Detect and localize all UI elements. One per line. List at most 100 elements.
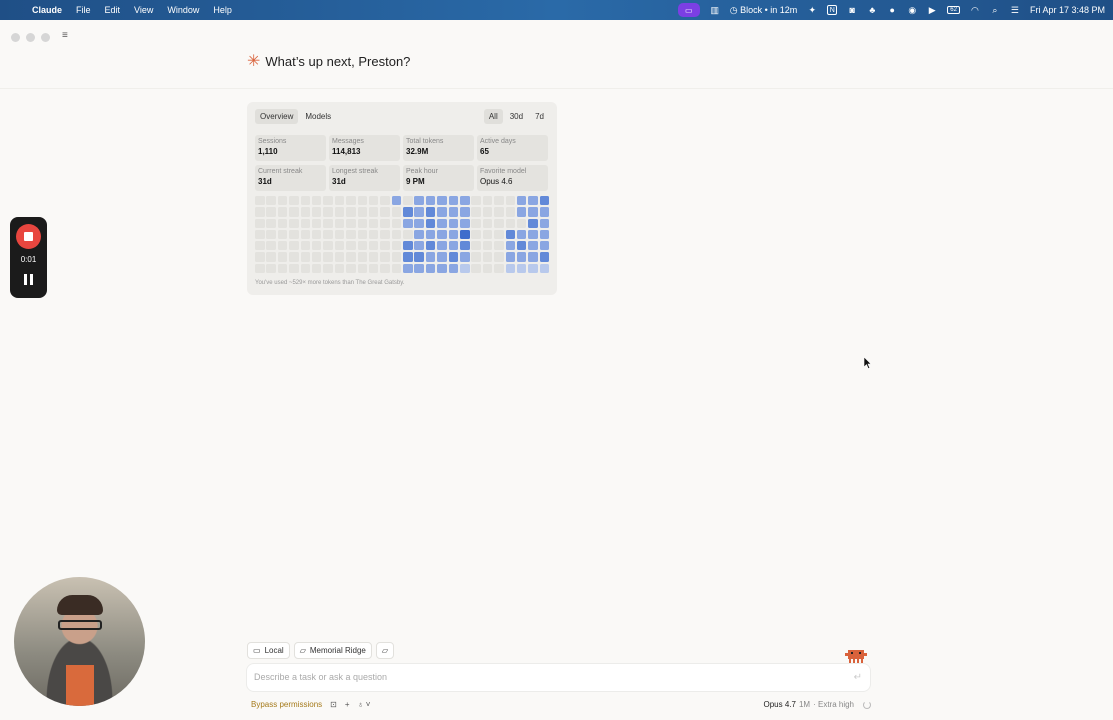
menu-view[interactable]: View xyxy=(134,5,153,15)
heatmap-cell xyxy=(357,207,368,217)
range-30d[interactable]: 30d xyxy=(505,109,528,124)
stat-sessions: Sessions 1,110 xyxy=(255,135,326,161)
range-7d[interactable]: 7d xyxy=(530,109,549,124)
play-icon[interactable]: ▶ xyxy=(927,5,937,15)
sidebar-toggle-icon[interactable]: ≡ xyxy=(62,31,72,41)
heatmap-cell xyxy=(437,229,447,240)
menu-window[interactable]: Window xyxy=(167,5,199,15)
control-center-icon[interactable]: ☰ xyxy=(1010,5,1020,15)
add-folder-button[interactable]: ▱ xyxy=(375,642,395,659)
heatmap-cell xyxy=(471,218,481,228)
heatmap-cell xyxy=(391,241,402,251)
notion-icon[interactable]: N xyxy=(827,5,838,15)
heatmap-cell xyxy=(311,241,322,251)
heatmap-cell xyxy=(425,196,436,206)
mode-chip[interactable]: ▭ Local xyxy=(247,642,290,659)
stat-peak-hour: Peak hour 9 PM xyxy=(403,165,474,191)
tab-models[interactable]: Models xyxy=(300,109,336,124)
heatmap-cell xyxy=(437,196,447,206)
app-icon[interactable]: ◙ xyxy=(847,5,857,15)
heatmap-cell xyxy=(425,252,436,262)
folder-chip-label: Memorial Ridge xyxy=(309,646,366,655)
heatmap-cell xyxy=(346,263,356,274)
send-icon[interactable]: ↵ xyxy=(854,672,862,683)
stats-grid: Sessions 1,110 Messages 114,813 Total toke… xyxy=(255,135,548,191)
heatmap-cell xyxy=(289,196,299,206)
heatmap-cell xyxy=(460,207,470,217)
battery-indicator[interactable]: 62 xyxy=(947,6,960,14)
block-status[interactable]: ◷ Block • in 12m xyxy=(730,5,798,16)
heatmap-cell xyxy=(300,241,311,251)
heatmap-cell xyxy=(346,196,356,206)
mic-icon[interactable]: ♁ ˅ xyxy=(358,700,371,709)
user-icon[interactable]: ◉ xyxy=(907,5,917,15)
heatmap-cell xyxy=(414,252,424,262)
folder-plus-icon: ▱ xyxy=(381,646,389,655)
heatmap-cell xyxy=(346,207,356,217)
heatmap-cell xyxy=(277,263,288,274)
heatmap-cell xyxy=(494,252,504,262)
heatmap-cell xyxy=(494,241,504,251)
heatmap-cell xyxy=(255,263,265,274)
minimize-button[interactable] xyxy=(26,33,35,42)
claude-logo-icon: ✳ xyxy=(247,52,261,70)
heatmap-cell xyxy=(448,252,459,262)
heatmap-cell xyxy=(289,241,299,251)
stat-label: Sessions xyxy=(258,138,287,145)
heatmap-cell xyxy=(528,229,538,240)
stat-label: Current streak xyxy=(258,168,303,175)
mode-chip-label: Local xyxy=(264,646,284,655)
heatmap-cell xyxy=(266,196,276,206)
sparkle-icon[interactable]: ✦ xyxy=(807,5,817,15)
heatmap-cell xyxy=(414,241,424,251)
heatmap-cell xyxy=(516,229,527,240)
heatmap-cell xyxy=(380,241,390,251)
heatmap-cell xyxy=(300,196,311,206)
menu-help[interactable]: Help xyxy=(213,5,232,15)
bypass-permissions-toggle[interactable]: Bypass permissions xyxy=(251,700,322,709)
paint-icon[interactable]: ♣ xyxy=(867,5,877,15)
screen-record-icon[interactable]: ▭ xyxy=(677,3,700,17)
mascot-icon xyxy=(845,650,867,663)
heatmap-cell xyxy=(437,263,447,274)
stat-value: 114,813 xyxy=(332,147,361,156)
menu-edit[interactable]: Edit xyxy=(105,5,121,15)
heatmap-cell xyxy=(391,196,402,206)
heatmap-cell xyxy=(391,252,402,262)
heatmap-cell xyxy=(471,196,481,206)
chart-icon[interactable]: ▥ xyxy=(710,5,720,15)
composer-chips: ▭ Local ▱ Memorial Ridge ▱ xyxy=(247,642,395,659)
apple-icon[interactable] xyxy=(8,5,18,15)
heatmap-cell xyxy=(277,196,288,206)
heatmap-cell xyxy=(334,207,345,217)
heatmap-cell xyxy=(528,252,538,262)
menu-file[interactable]: File xyxy=(76,5,91,15)
heatmap-cell xyxy=(482,263,493,274)
stat-label: Messages xyxy=(332,138,364,145)
zoom-button[interactable] xyxy=(41,33,50,42)
range-selector: All 30d 7d xyxy=(483,109,549,124)
heatmap-cell xyxy=(368,207,379,217)
mouse-cursor-icon xyxy=(864,357,872,369)
heatmap-cell xyxy=(437,241,447,251)
prompt-input[interactable] xyxy=(254,672,814,682)
activity-heatmap xyxy=(255,196,550,274)
wifi-icon[interactable]: ◠ xyxy=(970,5,980,15)
menu-app-name[interactable]: Claude xyxy=(32,5,62,15)
tab-overview[interactable]: Overview xyxy=(255,109,299,124)
menu-datetime[interactable]: Fri Apr 17 3:48 PM xyxy=(1030,5,1105,15)
heatmap-cell xyxy=(539,263,550,274)
close-button[interactable] xyxy=(11,33,20,42)
add-icon[interactable]: + xyxy=(345,700,350,709)
heatmap-cell xyxy=(505,229,516,240)
attach-icon[interactable]: ⊡ xyxy=(330,700,337,709)
range-all[interactable]: All xyxy=(483,109,503,124)
heatmap-cell xyxy=(380,263,390,274)
pause-icon[interactable] xyxy=(24,274,34,285)
heatmap-cell xyxy=(334,241,345,251)
stop-recording-button[interactable] xyxy=(16,224,41,249)
model-selector[interactable]: Opus 4.7 1M · Extra high xyxy=(764,700,871,709)
search-icon[interactable]: ⌕ xyxy=(990,5,1000,15)
folder-chip[interactable]: ▱ Memorial Ridge xyxy=(293,642,372,659)
drop-icon[interactable]: ● xyxy=(887,5,897,15)
